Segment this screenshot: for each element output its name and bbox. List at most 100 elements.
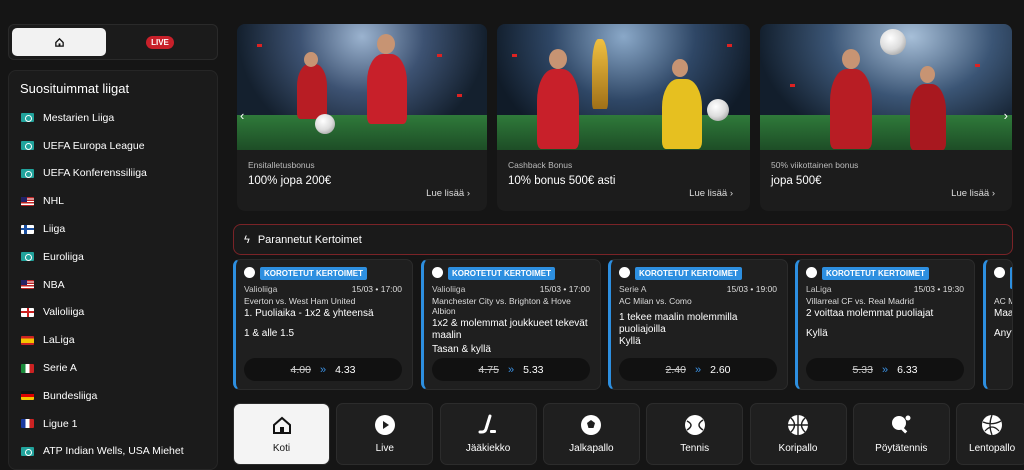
league-item[interactable]: LaLiga <box>9 326 217 354</box>
old-odds: 4.00 <box>290 363 311 376</box>
odds-button[interactable]: 2.40 » 2.60 <box>619 358 777 381</box>
odds-button[interactable]: 4.00 » 4.33 <box>244 358 402 381</box>
boosted-odds-card[interactable]: KOROTETUT KERTOIMET Serie A 15/03 • 19:00 A… <box>608 259 788 390</box>
promo-tag: 50% viikottainen bonus <box>771 160 859 170</box>
chevron-right-icon: › <box>729 188 733 199</box>
soccer-icon <box>994 267 1005 278</box>
sport-tab[interactable]: Pöytätennis <box>852 403 950 465</box>
league-name: Valioliiga <box>244 284 278 294</box>
boosted-odds-card[interactable]: KOROTETUT KERTOIMET Valioliiga 15/03 • 17:… <box>421 259 601 390</box>
soccer-icon <box>432 267 443 278</box>
chevron-right-icon: › <box>991 188 995 199</box>
league-name: LaLiga <box>806 284 832 294</box>
market-name: 2 voittaa molemmat puoliajat <box>806 308 934 319</box>
market-name: 1. Puoliaika - 1x2 & yhteensä <box>244 308 374 319</box>
match-teams: AC Milan vs. Como <box>619 296 692 306</box>
sport-tab[interactable]: Koripallo <box>749 403 847 465</box>
selection: Kyllä <box>619 336 641 347</box>
league-label: NBA <box>43 278 65 291</box>
odds-button[interactable]: 5.33 » 6.33 <box>806 358 964 381</box>
promo-card[interactable]: › 50% viikottainen bonus jopa 500€ Lue l… <box>760 24 1012 211</box>
flag-icon <box>21 252 34 262</box>
league-item[interactable]: NHL <box>9 187 217 215</box>
live-tab[interactable]: LIVE <box>106 28 214 56</box>
read-more-link[interactable]: Lue lisää › <box>951 188 995 199</box>
volleyball-icon <box>982 414 1003 436</box>
league-item[interactable]: Valioliiga <box>9 299 217 327</box>
league-label: Bundesliiga <box>43 389 98 402</box>
sport-label: Jalkapallo <box>569 443 614 454</box>
sport-tab[interactable]: Live <box>336 403 434 465</box>
flag-icon <box>21 363 34 373</box>
league-item[interactable]: UEFA Konferenssiliiga <box>9 160 217 188</box>
boost-badge: KOROTETUT KERTOIMET <box>260 267 367 280</box>
sport-tab[interactable]: Jääkiekko <box>439 403 537 465</box>
sport-tab[interactable]: Tennis <box>646 403 744 465</box>
read-more-label: Lue lisää <box>426 188 465 199</box>
next-arrow-icon[interactable]: › <box>1004 108 1008 123</box>
flag-icon <box>21 307 34 317</box>
match-datetime: 15/03 • 19:00 <box>726 284 777 294</box>
boosted-odds-card[interactable]: KOROTETUT KERTOIMET LaLiga 15/03 • 19:30 Vi… <box>795 259 975 390</box>
match-datetime: 15/03 • 19:30 <box>913 284 964 294</box>
league-label: NHL <box>43 195 65 208</box>
read-more-link[interactable]: Lue lisää › <box>426 188 470 199</box>
soccer-icon <box>244 267 255 278</box>
live-badge: LIVE <box>146 35 174 49</box>
league-item[interactable]: Ligue 1 <box>9 410 217 438</box>
league-item[interactable]: Euroliiga <box>9 243 217 271</box>
old-odds: 2.40 <box>665 363 686 376</box>
read-more-link[interactable]: Lue lisää › <box>689 188 733 199</box>
league-label: Liiga <box>43 223 66 236</box>
league-item[interactable]: Mestarien Liiga <box>9 104 217 132</box>
selection: Tasan & kyllä <box>432 344 491 355</box>
sport-tab[interactable]: Jalkapallo <box>542 403 640 465</box>
promo-image <box>760 24 1012 150</box>
league-label: Valioliiga <box>43 306 85 319</box>
boosted-odds-card[interactable]: KOROTETUT KERTOIMET AC M Maal Anyt <box>983 259 1013 390</box>
home-tab[interactable] <box>12 28 106 56</box>
league-item[interactable]: Bundesliiga <box>9 382 217 410</box>
sport-label: Jääkiekko <box>465 443 511 454</box>
match-datetime: 15/03 • 17:00 <box>351 284 402 294</box>
promo-card[interactable]: Cashback Bonus 10% bonus 500€ asti Lue l… <box>497 24 750 211</box>
promo-image <box>237 24 487 150</box>
boosted-odds-card[interactable]: KOROTETUT KERTOIMET Valioliiga 15/03 • 17:… <box>233 259 413 390</box>
sport-label: Lentopallo <box>969 443 1016 454</box>
league-name: Valioliiga <box>432 284 466 294</box>
match-teams: AC M <box>994 296 1012 306</box>
sport-tab[interactable]: Lentopallo <box>956 403 1024 465</box>
flag-icon <box>21 280 34 290</box>
sport-tab[interactable]: Koti <box>233 403 330 465</box>
boost-badge: KOROTETUT KERTOIMET <box>1010 267 1012 289</box>
prev-arrow-icon[interactable]: ‹ <box>240 108 244 123</box>
league-label: UEFA Europa League <box>43 139 145 152</box>
league-item[interactable]: NBA <box>9 271 217 299</box>
league-item[interactable]: UEFA Europa League <box>9 132 217 160</box>
selection: Anyt <box>994 328 1013 339</box>
flag-icon <box>21 113 34 123</box>
flag-icon <box>21 168 34 178</box>
flag-icon <box>21 335 34 345</box>
selection: 1 & alle 1.5 <box>244 328 295 339</box>
promo-title: 100% jopa 200€ <box>248 175 332 187</box>
market-name: 1 tekee maalin molemmilla puoliajoilla <box>619 312 738 335</box>
leagues-heading: Suosituimmat liigat <box>20 81 130 96</box>
league-item[interactable]: Liiga <box>9 215 217 243</box>
double-chevron-icon: » <box>694 363 702 376</box>
soccer-icon <box>581 415 602 435</box>
league-item[interactable]: Serie A <box>9 354 217 382</box>
popular-leagues-panel: Suosituimmat liigat Mestarien Liiga UEFA … <box>8 70 218 470</box>
flag-icon <box>21 446 34 456</box>
league-item[interactable]: ATP Indian Wells, USA Miehet <box>9 438 217 466</box>
league-label: Mestarien Liiga <box>43 111 115 124</box>
lightning-icon: ϟ <box>244 233 250 246</box>
table-tennis-icon <box>892 415 911 434</box>
league-list: Mestarien Liiga UEFA Europa League UEFA Ko… <box>9 104 217 465</box>
tennis-icon <box>684 415 705 435</box>
promo-card[interactable]: ‹ Ensitalletusbonus 100% jopa 200€ Lue l… <box>237 24 487 211</box>
boost-badge: KOROTETUT KERTOIMET <box>448 267 555 280</box>
odds-button[interactable]: 4.75 » 5.33 <box>432 358 590 381</box>
boosted-odds-header[interactable]: ϟ Parannetut Kertoimet <box>233 224 1013 255</box>
flag-icon <box>21 391 34 401</box>
